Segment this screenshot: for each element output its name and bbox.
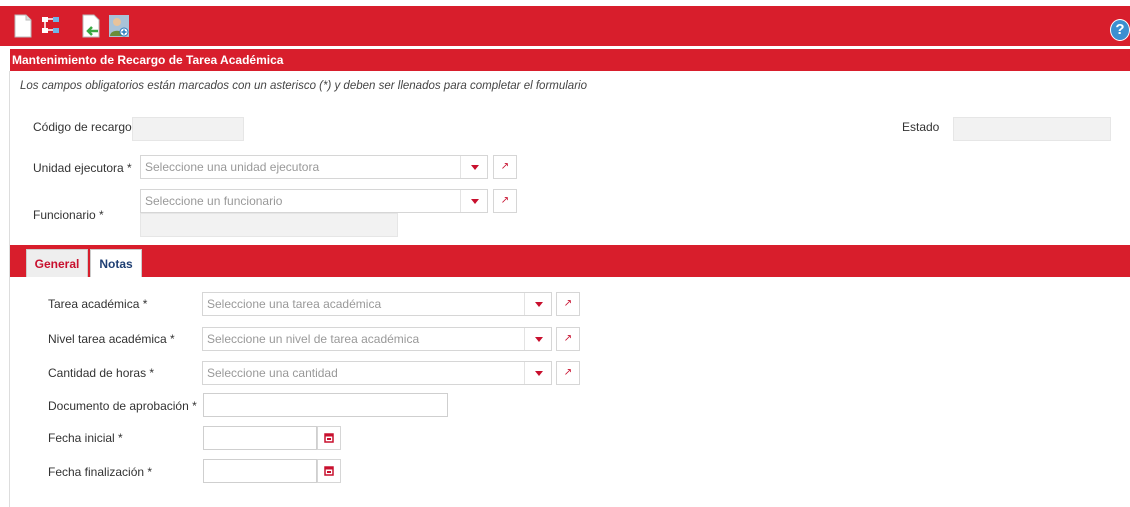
nivel-tarea-select[interactable]: Seleccione un nivel de tarea académica <box>202 327 552 351</box>
funcionario-select[interactable]: Seleccione un funcionario <box>140 189 488 213</box>
chevron-down-icon <box>471 165 479 170</box>
tarea-academica-placeholder: Seleccione una tarea académica <box>207 297 382 311</box>
estado-label: Estado <box>902 120 940 134</box>
unidad-ejecutora-open-button[interactable]: ↗ <box>493 155 517 179</box>
new-document-icon[interactable] <box>12 14 34 38</box>
unidad-ejecutora-placeholder: Seleccione una unidad ejecutora <box>145 160 320 174</box>
documento-aprobacion-label: Documento de aprobación * <box>48 399 197 413</box>
main-toolbar: ? <box>0 6 1130 46</box>
tarea-academica-select[interactable]: Seleccione una tarea académica <box>202 292 552 316</box>
funcionario-placeholder: Seleccione un funcionario <box>145 194 283 208</box>
fecha-inicial-input[interactable] <box>203 426 317 450</box>
dropdown-toggle[interactable] <box>524 362 551 384</box>
add-user-icon[interactable] <box>108 14 130 38</box>
dropdown-toggle[interactable] <box>524 328 551 350</box>
calendar-icon <box>324 466 334 476</box>
fecha-inicial-calendar-button[interactable] <box>317 426 341 450</box>
export-document-icon[interactable] <box>80 14 102 38</box>
chevron-down-icon <box>535 302 543 307</box>
external-link-icon: ↗ <box>563 333 573 344</box>
tarea-academica-label: Tarea académica * <box>48 297 148 311</box>
external-link-icon: ↗ <box>500 195 510 206</box>
external-link-icon: ↗ <box>563 298 573 309</box>
cantidad-horas-placeholder: Seleccione una cantidad <box>207 366 338 380</box>
required-fields-note: Los campos obligatorios están marcados c… <box>20 80 587 92</box>
hierarchy-icon[interactable] <box>40 14 62 38</box>
nivel-tarea-open-button[interactable]: ↗ <box>556 327 580 351</box>
nivel-tarea-label: Nivel tarea académica * <box>48 332 175 346</box>
form-title: Mantenimiento de Recargo de Tarea Académ… <box>10 49 1130 71</box>
external-link-icon: ↗ <box>500 161 510 172</box>
dropdown-toggle[interactable] <box>524 293 551 315</box>
external-link-icon: ↗ <box>563 367 573 378</box>
funcionario-label: Funcionario * <box>33 208 104 222</box>
tarea-academica-open-button[interactable]: ↗ <box>556 292 580 316</box>
cantidad-horas-label: Cantidad de horas * <box>48 366 155 380</box>
fecha-finalizacion-input[interactable] <box>203 459 317 483</box>
cantidad-horas-select[interactable]: Seleccione una cantidad <box>202 361 552 385</box>
calendar-icon <box>324 433 334 443</box>
documento-aprobacion-input[interactable] <box>203 393 448 417</box>
unidad-ejecutora-select[interactable]: Seleccione una unidad ejecutora <box>140 155 488 179</box>
fecha-finalizacion-calendar-button[interactable] <box>317 459 341 483</box>
unidad-ejecutora-label: Unidad ejecutora * <box>33 161 132 175</box>
help-button[interactable]: ? <box>1110 19 1130 41</box>
fecha-inicial-label: Fecha inicial * <box>48 431 123 445</box>
dropdown-toggle[interactable] <box>460 190 487 212</box>
dropdown-toggle[interactable] <box>460 156 487 178</box>
tab-bar: General Notas <box>10 245 1130 277</box>
funcionario-open-button[interactable]: ↗ <box>493 189 517 213</box>
chevron-down-icon <box>535 337 543 342</box>
chevron-down-icon <box>471 199 479 204</box>
fecha-finalizacion-label: Fecha finalización * <box>48 465 153 479</box>
nivel-tarea-placeholder: Seleccione un nivel de tarea académica <box>207 332 420 346</box>
funcionario-detail-field <box>140 213 398 237</box>
estado-field <box>953 117 1111 141</box>
tab-general[interactable]: General <box>26 249 88 277</box>
codigo-recargo-field <box>132 117 244 141</box>
chevron-down-icon <box>535 371 543 376</box>
cantidad-horas-open-button[interactable]: ↗ <box>556 361 580 385</box>
form-frame-border <box>9 71 10 507</box>
codigo-recargo-label: Código de recargo <box>33 120 132 134</box>
tab-notas[interactable]: Notas <box>90 249 142 277</box>
